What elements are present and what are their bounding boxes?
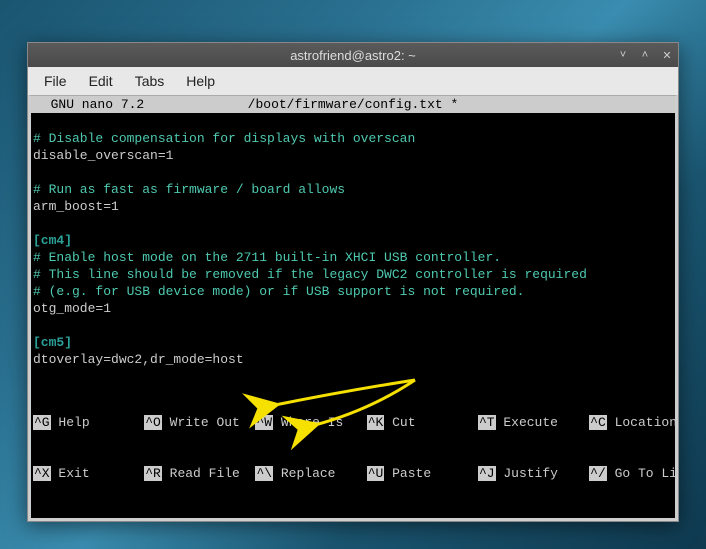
editor-line: # (e.g. for USB device mode) or if USB s…	[33, 283, 673, 300]
menu-tabs[interactable]: Tabs	[125, 69, 175, 93]
shortcuts-row-2: ^X Exit ^R Read File ^\ Replace ^U Paste…	[33, 465, 673, 482]
shortcut-key: ^/	[589, 466, 607, 481]
nano-shortcuts: ^G Help ^O Write Out ^W Where Is ^K Cut …	[31, 380, 675, 518]
menu-help[interactable]: Help	[176, 69, 225, 93]
editor-line: [cm5]	[33, 334, 673, 351]
window-title: astrofriend@astro2: ~	[290, 48, 416, 63]
titlebar[interactable]: astrofriend@astro2: ~ ˅ ˄ ✕	[28, 43, 678, 67]
shortcut-key: ^G	[33, 415, 51, 430]
shortcut-key: ^\	[255, 466, 273, 481]
editor-line: # Enable host mode on the 2711 built-in …	[33, 249, 673, 266]
shortcut-key: ^C	[589, 415, 607, 430]
shortcut-key: ^R	[144, 466, 162, 481]
shortcut-key: ^T	[478, 415, 496, 430]
terminal-area[interactable]: GNU nano 7.2 /boot/firmware/config.txt *…	[28, 95, 678, 521]
maximize-button[interactable]: ˄	[638, 48, 652, 62]
editor-line: arm_boost=1	[33, 198, 673, 215]
editor-line: # This line should be removed if the leg…	[33, 266, 673, 283]
editor-line: otg_mode=1	[33, 300, 673, 317]
shortcut-key: ^J	[478, 466, 496, 481]
editor-line	[33, 164, 673, 181]
shortcut-key: ^X	[33, 466, 51, 481]
menu-edit[interactable]: Edit	[79, 69, 123, 93]
minimize-button[interactable]: ˅	[616, 48, 630, 62]
editor-line	[33, 215, 673, 232]
terminal-window: astrofriend@astro2: ~ ˅ ˄ ✕ File Edit Ta…	[27, 42, 679, 522]
shortcut-key: ^K	[367, 415, 385, 430]
editor-line: disable_overscan=1	[33, 147, 673, 164]
nano-header: GNU nano 7.2 /boot/firmware/config.txt *	[31, 96, 675, 113]
editor-line: dtoverlay=dwc2,dr_mode=host	[33, 351, 673, 368]
editor-line: # Disable compensation for displays with…	[33, 130, 673, 147]
window-controls: ˅ ˄ ✕	[616, 48, 674, 62]
close-button[interactable]: ✕	[660, 48, 674, 62]
shortcut-key: ^U	[367, 466, 385, 481]
menubar: File Edit Tabs Help	[28, 67, 678, 95]
shortcut-key: ^O	[144, 415, 162, 430]
shortcut-key: ^W	[255, 415, 273, 430]
menu-file[interactable]: File	[34, 69, 77, 93]
nano-filename: /boot/firmware/config.txt *	[31, 96, 675, 113]
editor-line	[33, 317, 673, 334]
editor-line: [cm4]	[33, 232, 673, 249]
editor-line: # Run as fast as firmware / board allows	[33, 181, 673, 198]
shortcuts-row-1: ^G Help ^O Write Out ^W Where Is ^K Cut …	[33, 414, 673, 431]
